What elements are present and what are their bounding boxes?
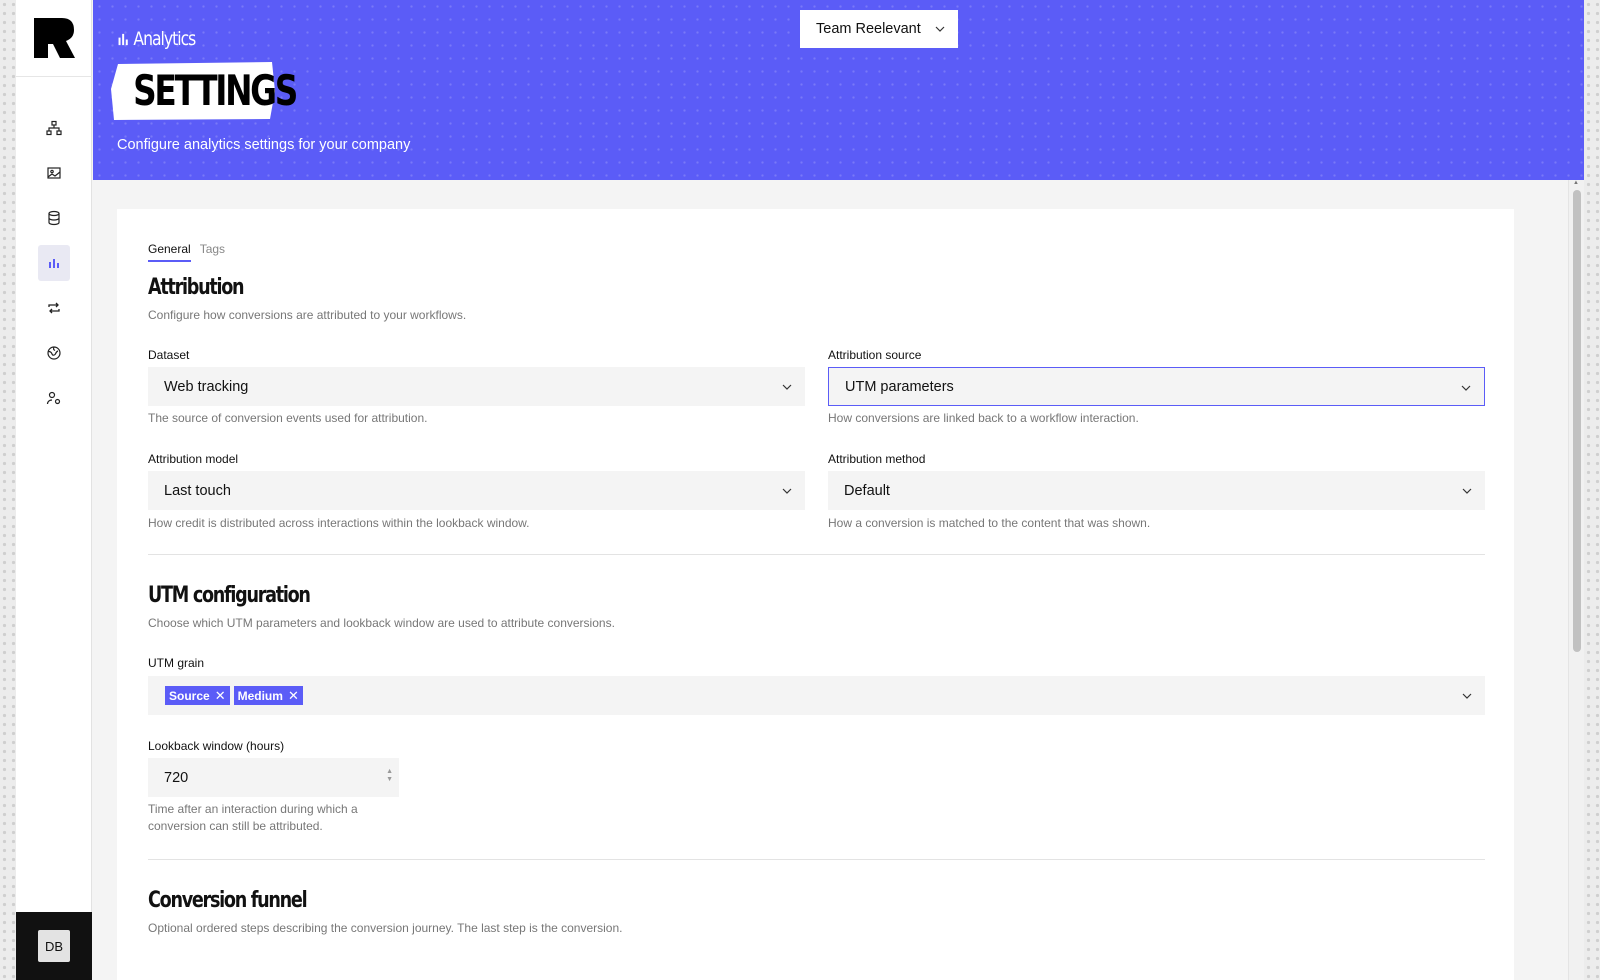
tab-tags[interactable]: Tags — [200, 242, 225, 262]
chip-label: Source — [169, 688, 210, 703]
bar-chart-icon — [118, 33, 128, 45]
chip-medium: Medium ✕ — [233, 686, 303, 705]
attribution-model-select[interactable]: Last touch — [148, 471, 805, 510]
scroll-thumb[interactable] — [1573, 190, 1581, 652]
team-select[interactable]: Team Reelevant — [800, 10, 958, 48]
settings-card: General Tags Attribution Configure how c… — [117, 209, 1514, 980]
chevron-down-icon — [1462, 693, 1472, 699]
chevron-down-icon — [782, 488, 792, 494]
app-window: DB Analytics SETTINGS Configure analytic… — [16, 0, 1584, 980]
chevron-down-icon — [782, 384, 792, 390]
globe-icon — [47, 346, 61, 360]
lookback-label: Lookback window (hours) — [148, 739, 285, 753]
dataset-select[interactable]: Web tracking — [148, 367, 805, 406]
section-divider — [148, 554, 1485, 555]
sidebar-item-content[interactable] — [38, 155, 70, 191]
sitemap-icon — [46, 120, 62, 136]
avatar[interactable]: DB — [38, 930, 70, 962]
tab-bar: General Tags — [148, 242, 225, 262]
attribution-source-value: UTM parameters — [845, 378, 954, 395]
dataset-label: Dataset — [148, 348, 190, 362]
reelevant-logo-icon — [34, 18, 75, 58]
page-subtitle: Configure analytics settings for your co… — [117, 137, 411, 153]
attribution-method-help: How a conversion is matched to the conte… — [828, 516, 1151, 530]
attribution-source-select[interactable]: UTM parameters — [828, 367, 1485, 406]
chip-label: Medium — [237, 688, 283, 703]
attribution-model-value: Last touch — [164, 482, 231, 499]
team-select-value: Team Reelevant — [816, 21, 921, 37]
lookback-help-line: Time after an interaction during which a — [148, 802, 358, 816]
utm-grain-select[interactable]: Source ✕ Medium ✕ — [148, 676, 1485, 715]
attribution-heading: Attribution — [148, 275, 245, 300]
attribution-model-help: How credit is distributed across interac… — [148, 516, 530, 530]
funnel-description: Optional ordered steps describing the co… — [148, 921, 623, 935]
logo[interactable] — [16, 0, 92, 77]
lookback-value: 720 — [164, 769, 189, 786]
lookback-input[interactable]: 720 ▲ ▼ — [148, 758, 399, 797]
sidebar-item-workflows[interactable] — [38, 110, 70, 146]
sidebar-item-integrations[interactable] — [38, 335, 70, 371]
dataset-value: Web tracking — [164, 378, 249, 395]
section-label: Analytics — [117, 28, 196, 50]
repeat-icon — [48, 302, 60, 314]
database-icon — [48, 210, 60, 226]
sidebar-item-data[interactable] — [38, 200, 70, 236]
tab-general[interactable]: General — [148, 242, 191, 262]
sidebar-item-analytics[interactable] — [38, 245, 70, 281]
lookback-help-line: conversion can still be attributed. — [148, 819, 323, 833]
scroll-up-arrow[interactable]: ▲ — [1573, 180, 1579, 186]
utm-description: Choose which UTM parameters and lookback… — [148, 616, 615, 630]
attribution-method-select[interactable]: Default — [828, 471, 1485, 510]
close-icon[interactable]: ✕ — [288, 688, 299, 704]
attribution-source-help: How conversions are linked back to a wor… — [828, 411, 1139, 425]
sidebar-item-users[interactable] — [38, 380, 70, 416]
attribution-model-label: Attribution model — [148, 452, 239, 466]
dataset-help: The source of conversion events used for… — [148, 411, 428, 425]
number-stepper[interactable]: ▲ ▼ — [386, 768, 393, 784]
attribution-method-label: Attribution method — [828, 452, 926, 466]
sidebar-item-sync[interactable] — [38, 290, 70, 326]
bar-chart-icon — [49, 259, 59, 268]
section-name: Analytics — [133, 28, 196, 50]
utm-grain-label: UTM grain — [148, 656, 205, 670]
page-title-text: SETTINGS — [133, 66, 298, 115]
main-content: General Tags Attribution Configure how c… — [93, 180, 1568, 980]
attribution-description: Configure how conversions are attributed… — [148, 308, 467, 322]
utm-heading: UTM configuration — [148, 583, 311, 608]
chevron-down-icon — [1462, 488, 1472, 494]
section-divider — [148, 859, 1485, 860]
user-settings-icon — [46, 391, 61, 405]
page-title: SETTINGS — [110, 61, 298, 121]
sidebar-nav — [16, 110, 92, 425]
chip-source: Source ✕ — [165, 686, 230, 705]
image-gallery-icon — [47, 167, 61, 179]
attribution-source-label: Attribution source — [828, 348, 922, 362]
chevron-down-icon — [935, 26, 945, 32]
chevron-down-icon — [1461, 385, 1471, 391]
user-menu[interactable]: DB — [16, 912, 92, 980]
lookback-help: Time after an interaction during which a… — [148, 801, 358, 835]
scrollbar[interactable]: ▲ — [1568, 180, 1584, 980]
attribution-method-value: Default — [844, 482, 890, 499]
close-icon[interactable]: ✕ — [215, 688, 226, 704]
funnel-heading: Conversion funnel — [148, 888, 308, 913]
sidebar: DB — [16, 0, 92, 980]
